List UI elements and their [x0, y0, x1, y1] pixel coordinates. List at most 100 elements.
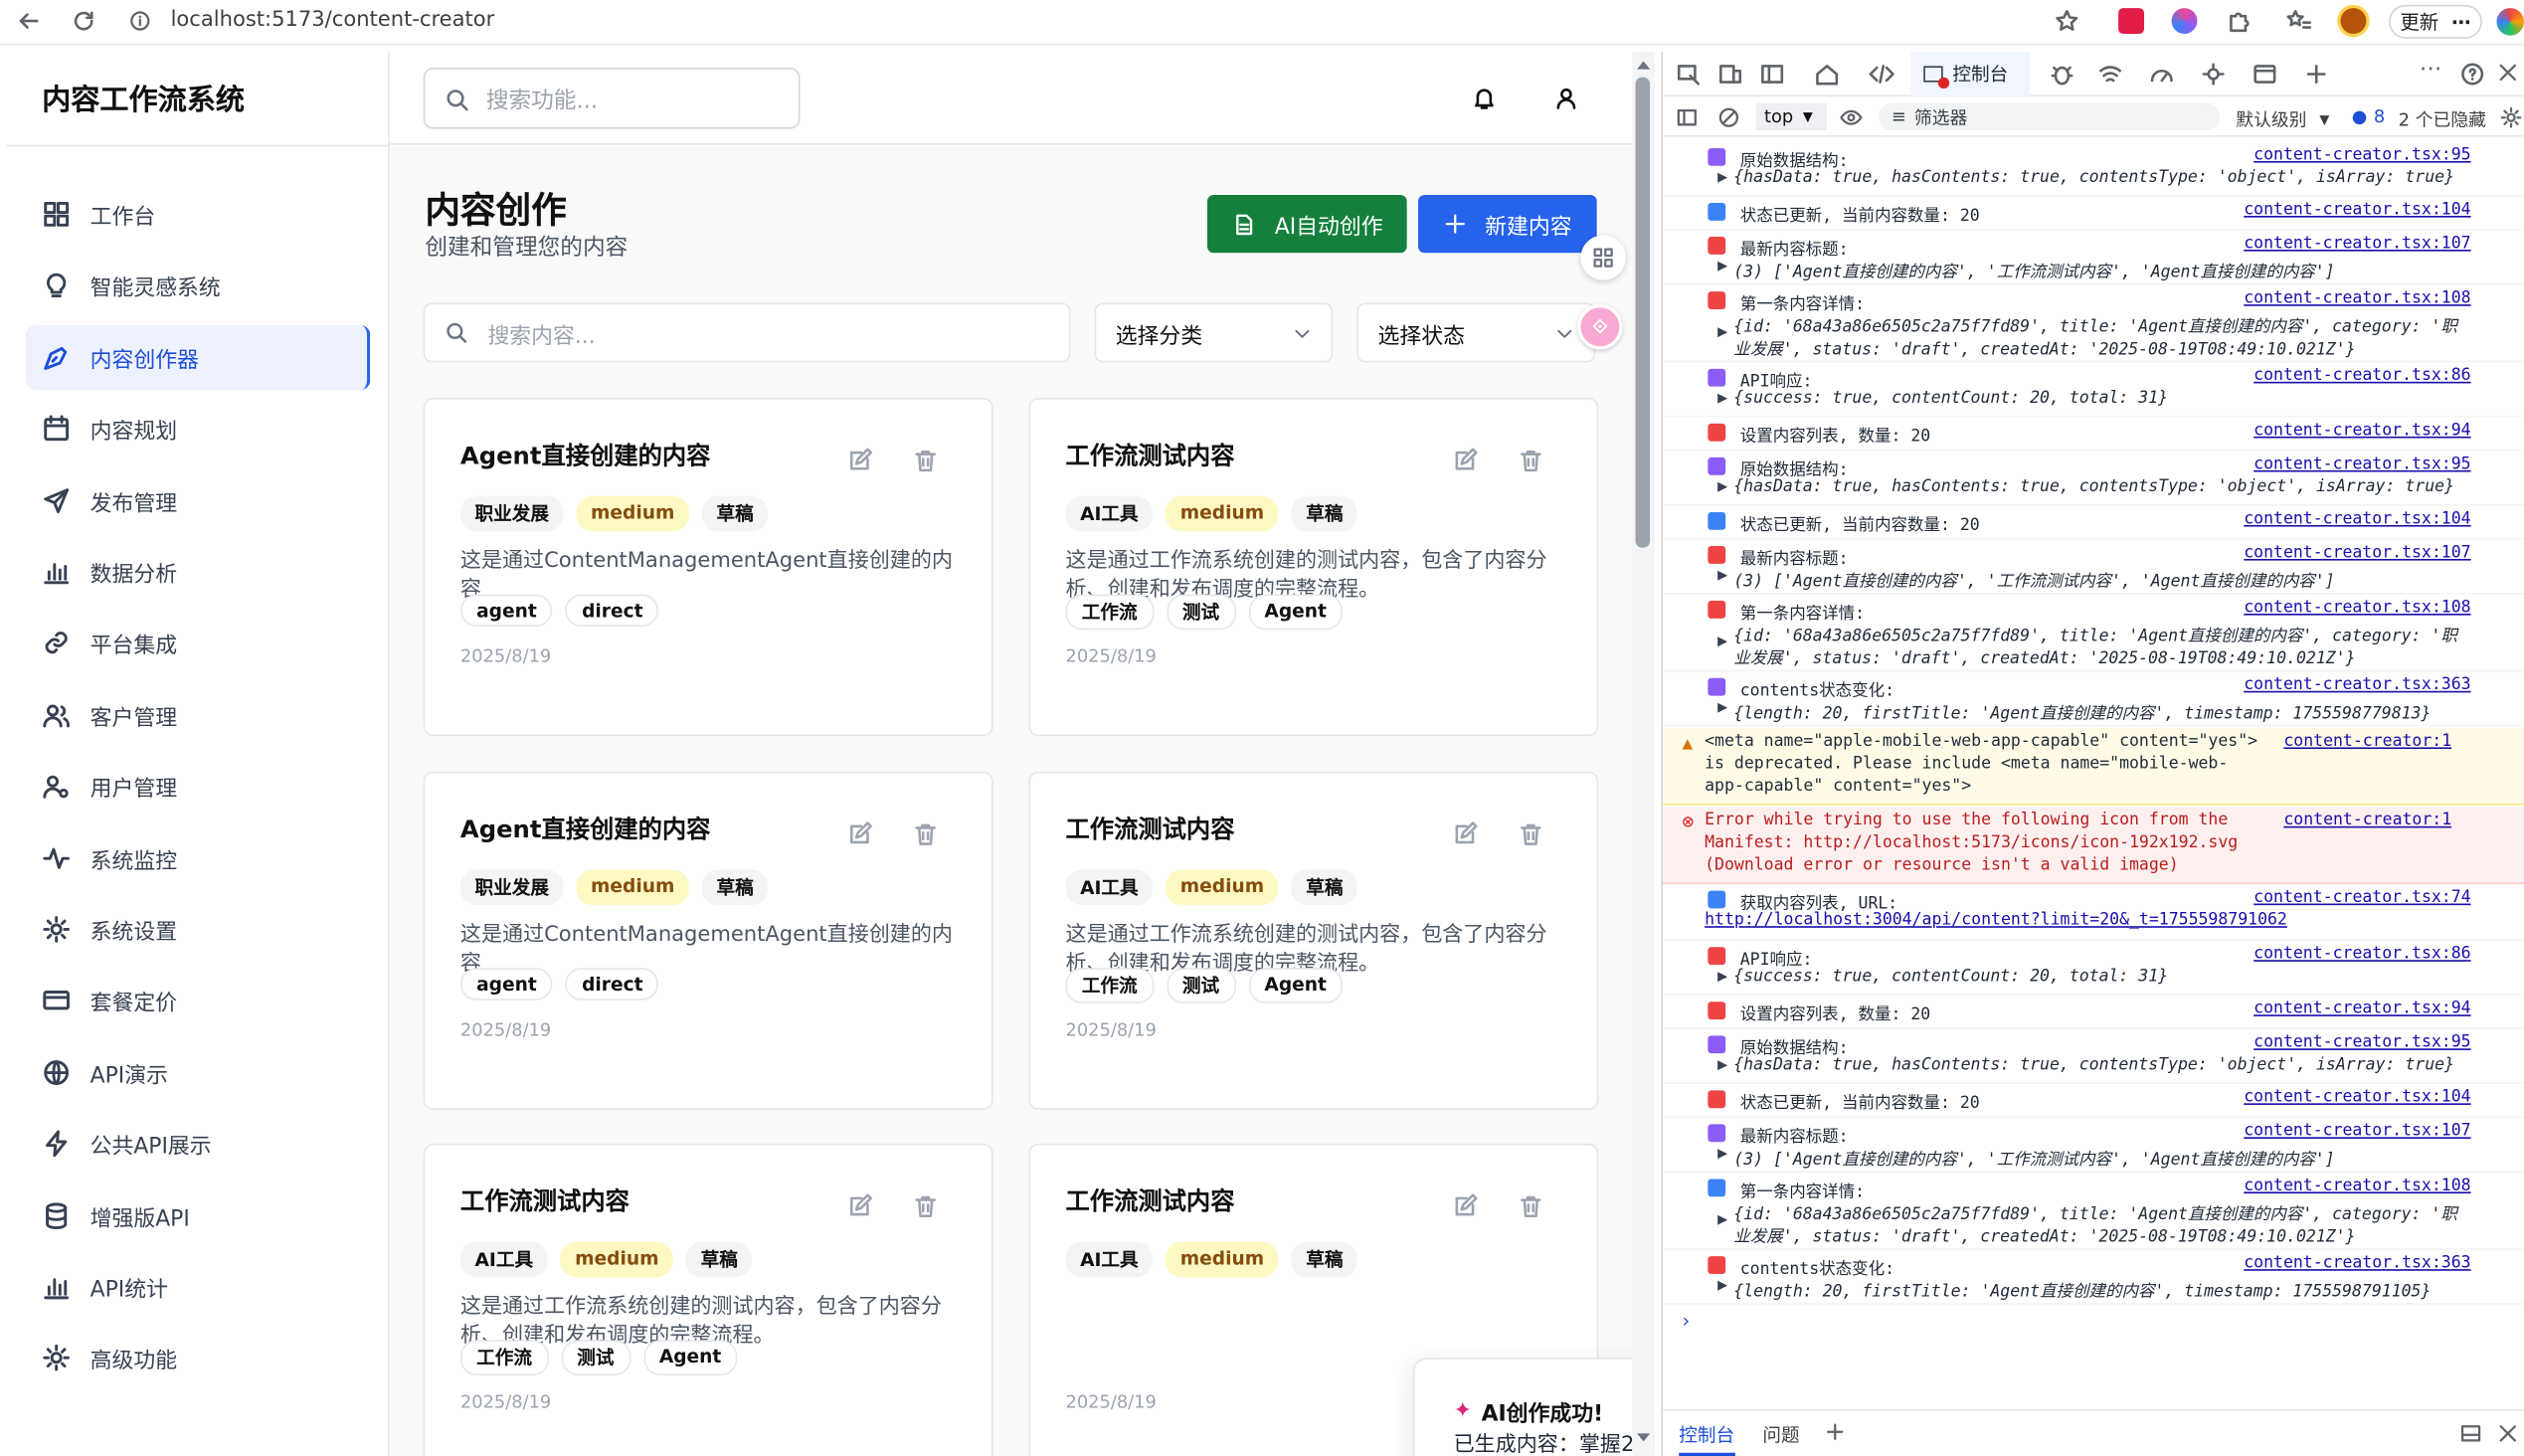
- site-info-icon[interactable]: [128, 10, 151, 33]
- expand-triangle-icon[interactable]: ▶: [1717, 699, 1727, 717]
- console-source-link[interactable]: content-creator.tsx:74: [2254, 889, 2470, 907]
- expand-triangle-icon[interactable]: ▶: [1717, 1145, 1727, 1163]
- console-source-link[interactable]: content-creator.tsx:104: [2244, 1089, 2470, 1107]
- copilot-icon[interactable]: [2496, 8, 2524, 36]
- favorites-icon[interactable]: [2285, 8, 2312, 34]
- new-content-button[interactable]: 新建内容: [1418, 194, 1597, 254]
- console-message[interactable]: 最新内容标题: content-creator.tsx:107 ▶ (3) ['Age…: [1663, 232, 2524, 285]
- update-button[interactable]: 更新 ⋯: [2389, 4, 2482, 39]
- console-source-link[interactable]: content-creator.tsx:95: [2254, 146, 2470, 164]
- memory-icon[interactable]: [2201, 62, 2227, 88]
- ai-create-button[interactable]: AI自动创作: [1206, 194, 1407, 254]
- sidebar-item-dashboard[interactable]: 工作台: [26, 182, 370, 247]
- bookmark-star-icon[interactable]: [2054, 8, 2079, 34]
- console-source-link[interactable]: content-creator.tsx:107: [2244, 1123, 2470, 1141]
- console-source-link[interactable]: content-creator.tsx:86: [2254, 946, 2470, 964]
- console-object[interactable]: 业发展', status: 'draft', createdAt: '2025-…: [1733, 1222, 2355, 1247]
- trash-icon[interactable]: [1518, 448, 1543, 473]
- console-message[interactable]: 获取内容列表, URL: http://localhost:3004/api/co…: [1663, 886, 2524, 941]
- console-message[interactable]: 第一条内容详情: content-creator.tsx:108 ▶ {id: '68…: [1663, 1175, 2524, 1250]
- url-text[interactable]: localhost:5173/content-creator: [171, 8, 495, 32]
- sidebar-item-users[interactable]: 客户管理: [26, 682, 370, 747]
- status-select[interactable]: 选择状态: [1356, 302, 1596, 363]
- edit-icon[interactable]: [1452, 1193, 1478, 1219]
- console-source-link[interactable]: content-creator.tsx:108: [2244, 1178, 2470, 1195]
- close-icon[interactable]: [2496, 1422, 2519, 1445]
- expand-triangle-icon[interactable]: ▶: [1717, 478, 1727, 496]
- console-message[interactable]: ⊗ Error while trying to use the following…: [1663, 807, 2524, 885]
- sidebar-item-bar-chart[interactable]: API统计: [26, 1255, 370, 1320]
- gear-icon[interactable]: [2500, 106, 2523, 129]
- content-card[interactable]: Agent直接创建的内容 职业发展 medium 草稿 这是通过ContentManag…: [423, 771, 993, 1110]
- context-select[interactable]: top ▼: [1755, 102, 1828, 131]
- plus-icon[interactable]: [1824, 1420, 1847, 1443]
- console-source-link[interactable]: content-creator.tsx:107: [2244, 235, 2470, 253]
- sidebar-item-user-settings[interactable]: 用户管理: [26, 754, 370, 819]
- home-icon[interactable]: [1814, 62, 1840, 88]
- edit-icon[interactable]: [846, 448, 872, 473]
- content-card[interactable]: 工作流测试内容 AI工具 medium 草稿 这是通过工作流系统创建的测试内容，包含了内…: [423, 1143, 993, 1456]
- bell-icon[interactable]: [1471, 86, 1497, 111]
- category-select[interactable]: 选择分类: [1094, 302, 1334, 363]
- sidebar-toggle-icon[interactable]: [1759, 62, 1785, 88]
- console-source-link[interactable]: content-creator.tsx:363: [2244, 676, 2470, 694]
- eye-icon[interactable]: [1840, 106, 1863, 129]
- console-object[interactable]: {hasData: true, hasContents: true, conte…: [1733, 478, 2454, 496]
- console-message[interactable]: 第一条内容详情: content-creator.tsx:108 ▶ {id: '68…: [1663, 596, 2524, 672]
- console-message[interactable]: ▲ <meta name="apple-mobile-web-app-capabl…: [1663, 728, 2524, 806]
- console-message[interactable]: 设置内容列表, 数量: 20 content-creator.tsx:94: [1663, 419, 2524, 452]
- console-prompt-icon[interactable]: ›: [1682, 1310, 1690, 1333]
- edit-icon[interactable]: [1452, 821, 1478, 847]
- expand-triangle-icon[interactable]: ▶: [1717, 633, 1727, 650]
- sidebar-item-credit-card[interactable]: 套餐定价: [26, 969, 370, 1033]
- trash-icon[interactable]: [1518, 1193, 1543, 1219]
- console-message[interactable]: 设置内容列表, 数量: 20 content-creator.tsx:94: [1663, 997, 2524, 1029]
- console-object[interactable]: {length: 20, firstTitle: 'Agent直接创建的内容',…: [1733, 699, 2431, 723]
- console-object[interactable]: {id: '68a43a86e6505c2a75f7fd89', title: …: [1733, 622, 2457, 646]
- help-icon[interactable]: [2459, 62, 2485, 88]
- user-icon[interactable]: [1553, 86, 1579, 111]
- sidebar-item-gear[interactable]: 系统设置: [26, 897, 370, 962]
- content-search-input[interactable]: 搜索内容...: [423, 302, 1071, 363]
- scroll-up-arrow-icon[interactable]: [1637, 61, 1651, 70]
- edit-icon[interactable]: [1452, 448, 1478, 473]
- expand-triangle-icon[interactable]: ▶: [1717, 1277, 1727, 1295]
- wifi-icon[interactable]: [2097, 62, 2123, 88]
- trash-icon[interactable]: [913, 821, 939, 847]
- console-message[interactable]: 状态已更新, 当前内容数量: 20 content-creator.tsx:104: [1663, 198, 2524, 231]
- console-source-link[interactable]: content-creator.tsx:107: [2244, 544, 2470, 562]
- console-object[interactable]: (3) ['Agent直接创建的内容', '工作流测试内容', 'Agent直接…: [1733, 258, 2334, 282]
- console-object[interactable]: {success: true, contentCount: 20, total:…: [1733, 390, 2168, 408]
- console-source-link[interactable]: content-creator.tsx:108: [2244, 290, 2470, 308]
- console-message[interactable]: 最新内容标题: content-creator.tsx:107 ▶ (3) ['Age…: [1663, 1120, 2524, 1173]
- console-message[interactable]: API响应: content-creator.tsx:86 ▶ {success: t…: [1663, 942, 2524, 996]
- console-source-link[interactable]: content-creator.tsx:95: [2254, 1034, 2470, 1052]
- expand-triangle-icon[interactable]: ▶: [1717, 324, 1727, 342]
- expand-triangle-icon[interactable]: ▶: [1717, 390, 1727, 408]
- expand-triangle-icon[interactable]: ▶: [1717, 1056, 1727, 1074]
- console-object[interactable]: {length: 20, firstTitle: 'Agent直接创建的内容',…: [1733, 1277, 2431, 1302]
- global-search-input[interactable]: 搜索功能...: [423, 68, 801, 129]
- console-object[interactable]: (3) ['Agent直接创建的内容', '工作流测试内容', 'Agent直接…: [1733, 567, 2334, 592]
- console-source-link[interactable]: content-creator.tsx:94: [2254, 422, 2470, 440]
- log-level-select[interactable]: 默认级别 ▼: [2236, 106, 2329, 132]
- console-object[interactable]: {id: '68a43a86e6505c2a75f7fd89', title: …: [1733, 312, 2457, 337]
- sidebar-toggle-icon[interactable]: [1676, 106, 1699, 129]
- trash-icon[interactable]: [913, 448, 939, 473]
- avatar[interactable]: [2337, 4, 2370, 38]
- trash-icon[interactable]: [1518, 821, 1543, 847]
- console-source-link[interactable]: content-creator.tsx:104: [2244, 510, 2470, 528]
- floating-widget-button[interactable]: [1580, 235, 1626, 280]
- console-object[interactable]: {hasData: true, hasContents: true, conte…: [1733, 1056, 2454, 1074]
- issues-counter[interactable]: ● 8: [2352, 106, 2385, 127]
- sidebar-item-gear[interactable]: 高级功能: [26, 1326, 370, 1390]
- console-object[interactable]: {hasData: true, hasContents: true, conte…: [1733, 169, 2454, 187]
- console-message[interactable]: 状态已更新, 当前内容数量: 20 content-creator.tsx:104: [1663, 507, 2524, 540]
- expand-triangle-icon[interactable]: ▶: [1717, 567, 1727, 585]
- drawer-tab-console[interactable]: 控制台: [1679, 1422, 1735, 1456]
- sidebar-item-link[interactable]: 平台集成: [26, 611, 370, 675]
- sidebar-item-calendar[interactable]: 内容规划: [26, 397, 370, 461]
- console-message[interactable]: 原始数据结构: content-creator.tsx:95 ▶ {hasData: …: [1663, 1030, 2524, 1084]
- extension-icon[interactable]: [2118, 8, 2145, 35]
- device-toggle-icon[interactable]: [1717, 62, 1743, 88]
